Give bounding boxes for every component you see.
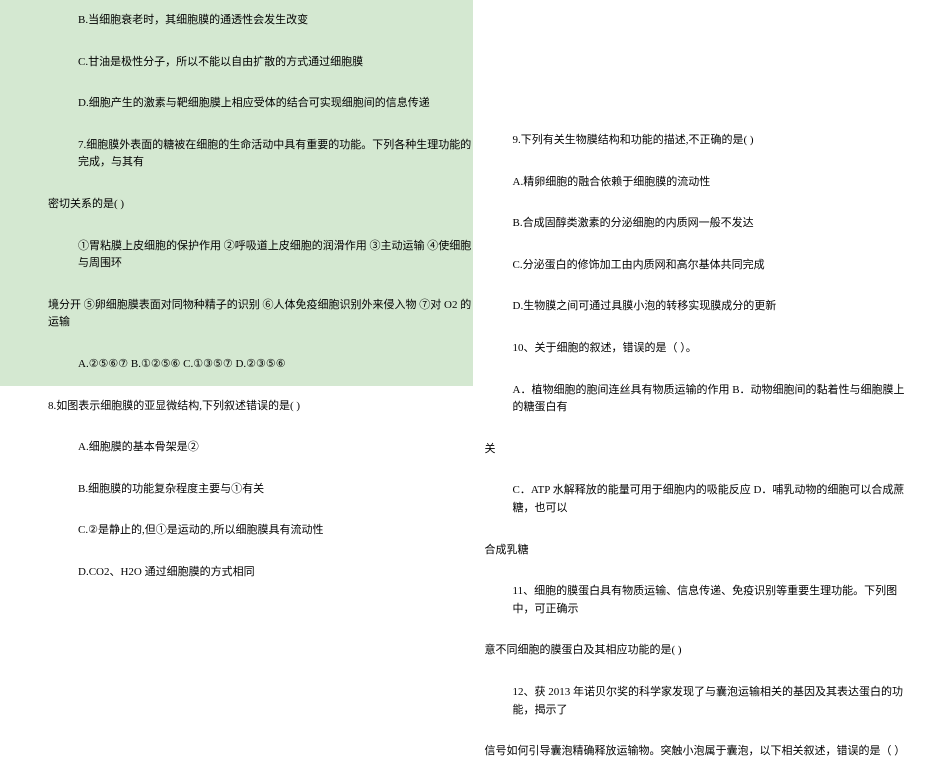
question-8-option-a: A.细胞膜的基本骨架是② [0, 427, 473, 469]
question-11-line1: 11、细胞的膜蛋白具有物质运输、信息传递、免疫识别等重要生理功能。下列图中，可正… [473, 571, 945, 630]
question-9-option-b: B.合成固醇类激素的分泌细胞的内质网一般不发达 [473, 203, 945, 245]
question-12-line2: 信号如何引导囊泡精确释放运输物。突触小泡属于囊泡，以下相关叙述，错误的是（ ） [473, 731, 945, 773]
question-12-line1: 12、获 2013 年诺贝尔奖的科学家发现了与囊泡运输相关的基因及其表达蛋白的功… [473, 672, 945, 731]
question-7-options: A.②⑤⑥⑦ B.①②⑤⑥ C.①③⑤⑦ D.②③⑤⑥ [0, 344, 473, 386]
question-7-intro: 7.细胞膜外表面的糖被在细胞的生命活动中具有重要的功能。下列各种生理功能的完成，… [0, 125, 473, 184]
question-10-line1: A．植物细胞的胞间连丝具有物质运输的作用 B．动物细胞间的黏着性与细胞膜上的糖蛋… [473, 370, 945, 429]
question-10-line4: 合成乳糖 [473, 530, 945, 572]
question-10-line2: 关 [473, 429, 945, 471]
highlighted-section: B.当细胞衰老时，其细胞膜的通透性会发生改变 C.甘油是极性分子，所以不能以自由… [0, 0, 473, 386]
option-d-text: D.细胞产生的激素与靶细胞膜上相应受体的结合可实现细胞间的信息传递 [0, 83, 473, 125]
question-7-items-cont: 境分开 ⑤卵细胞膜表面对同物种精子的识别 ⑥人体免疫细胞识别外来侵入物 ⑦对 O… [0, 285, 473, 344]
question-9-option-c: C.分泌蛋白的修饰加工由内质网和高尔基体共同完成 [473, 245, 945, 287]
question-7-continuation: 密切关系的是( ) [0, 184, 473, 226]
question-8-option-d: D.CO2、H2O 通过细胞膜的方式相同 [0, 552, 473, 594]
question-8-intro: 8.如图表示细胞膜的亚显微结构,下列叙述错误的是( ) [0, 386, 473, 428]
question-10-intro: 10、关于细胞的叙述，错误的是（ ）。 [473, 328, 945, 370]
question-8-option-b: B.细胞膜的功能复杂程度主要与①有关 [0, 469, 473, 511]
question-8-option-c: C.②是静止的,但①是运动的,所以细胞膜具有流动性 [0, 510, 473, 552]
option-b-text: B.当细胞衰老时，其细胞膜的通透性会发生改变 [0, 0, 473, 42]
question-7-items: ①胃粘膜上皮细胞的保护作用 ②呼吸道上皮细胞的润滑作用 ③主动运输 ④使细胞与周… [0, 226, 473, 285]
question-11-line2: 意不同细胞的膜蛋白及其相应功能的是( ) [473, 630, 945, 672]
question-10-line3: C．ATP 水解释放的能量可用于细胞内的吸能反应 D．哺乳动物的细胞可以合成蔗糖… [473, 470, 945, 529]
question-9-option-a: A.精卵细胞的融合依赖于细胞膜的流动性 [473, 162, 945, 204]
question-9-option-d: D.生物膜之间可通过具膜小泡的转移实现膜成分的更新 [473, 286, 945, 328]
question-9-intro: 9.下列有关生物膜结构和功能的描述,不正确的是( ) [473, 120, 945, 162]
option-c-text: C.甘油是极性分子，所以不能以自由扩散的方式通过细胞膜 [0, 42, 473, 84]
